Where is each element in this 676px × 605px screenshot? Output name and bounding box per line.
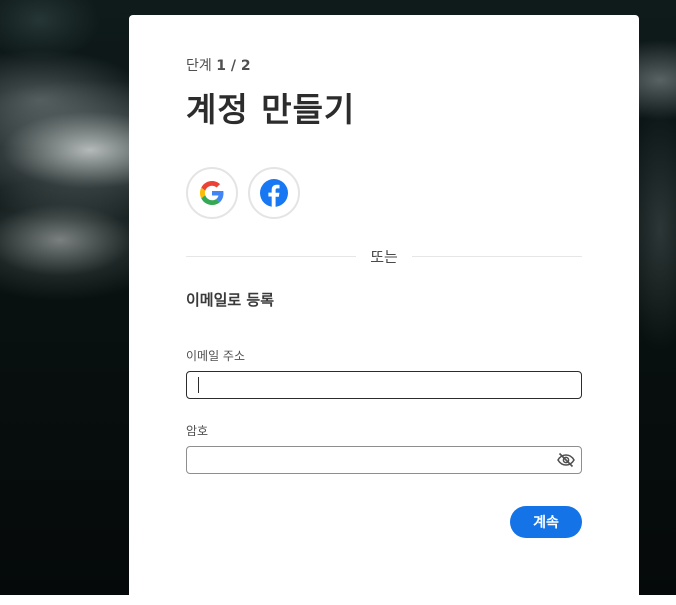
divider-text: 또는 <box>370 248 398 266</box>
eye-slash-icon[interactable] <box>557 452 575 468</box>
step-prefix: 단계 <box>186 58 212 74</box>
password-field[interactable] <box>186 446 582 474</box>
step-indicator: 단계 1 / 2 <box>186 55 251 75</box>
email-section-title: 이메일로 등록 <box>186 291 275 309</box>
text-caret <box>198 377 199 393</box>
signup-card: 단계 1 / 2 계정 만들기 또는 이메일로 등록 이메일 주소 암호 계속 <box>129 15 639 605</box>
continue-button[interactable]: 계속 <box>510 506 582 538</box>
facebook-icon <box>260 179 288 207</box>
step-value: 1 / 2 <box>216 58 251 74</box>
divider-line-left <box>186 256 356 257</box>
email-label: 이메일 주소 <box>186 349 246 363</box>
page-title: 계정 만들기 <box>186 90 356 129</box>
google-icon <box>200 181 224 205</box>
divider-line-right <box>412 256 582 257</box>
facebook-signin-button[interactable] <box>248 167 300 219</box>
password-label: 암호 <box>186 424 209 438</box>
google-signin-button[interactable] <box>186 167 238 219</box>
email-field[interactable] <box>186 371 582 399</box>
